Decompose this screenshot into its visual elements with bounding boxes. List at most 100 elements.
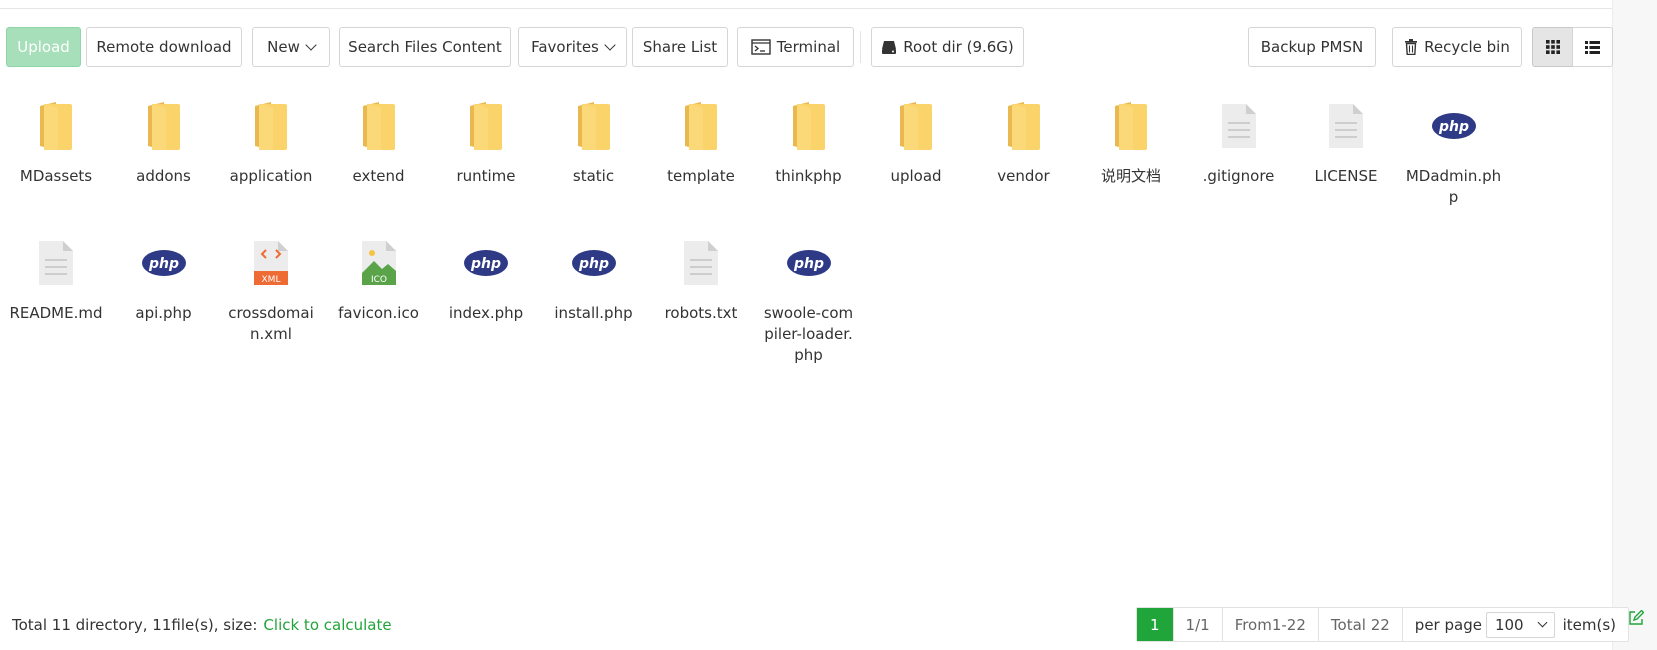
file-item[interactable]: XML crossdomain.xml — [221, 235, 321, 345]
chevron-down-icon — [604, 38, 616, 51]
file-name: application — [229, 167, 313, 185]
list-icon — [1585, 40, 1600, 54]
xml-file-icon: XML — [247, 235, 295, 291]
text-file-icon — [1215, 98, 1263, 154]
items-label: item(s) — [1562, 615, 1617, 634]
search-files-content-button[interactable]: Search Files Content — [339, 27, 511, 67]
upload-button[interactable]: Upload — [6, 27, 81, 67]
new-dropdown-button[interactable]: New — [252, 27, 330, 67]
per-page-control: per page 100 item(s) — [1401, 608, 1628, 641]
file-name: favicon.ico — [338, 304, 419, 322]
toolbar: Upload Remote download New Search Files … — [6, 27, 1614, 67]
file-item[interactable]: php MDadmin.php — [1404, 98, 1504, 208]
php-file-icon: php — [785, 235, 833, 291]
file-item[interactable]: addons — [114, 98, 214, 187]
file-item[interactable]: php index.php — [436, 235, 536, 324]
recycle-bin-button[interactable]: Recycle bin — [1392, 27, 1522, 67]
file-item[interactable]: vendor — [974, 98, 1074, 187]
file-item[interactable]: thinkphp — [759, 98, 859, 187]
disk-icon — [882, 40, 897, 54]
file-item[interactable]: static — [544, 98, 644, 187]
root-dir-label: Root dir (9.6G) — [903, 38, 1014, 56]
favorites-label: Favorites — [531, 38, 599, 56]
php-file-icon: php — [140, 235, 188, 291]
file-item[interactable]: README.md — [6, 235, 106, 324]
right-gutter — [1612, 0, 1657, 650]
file-name: .gitignore — [1202, 167, 1275, 185]
root-dir-button[interactable]: Root dir (9.6G) — [871, 27, 1024, 67]
file-name: MDadmin.php — [1405, 167, 1502, 206]
file-name: 说明文档 — [1100, 167, 1161, 185]
file-item[interactable]: LICENSE — [1296, 98, 1396, 187]
favorites-dropdown-button[interactable]: Favorites — [518, 27, 627, 67]
svg-text:XML: XML — [262, 275, 281, 285]
terminal-icon — [751, 39, 771, 55]
ico-file-icon: ICO — [355, 235, 403, 291]
file-item[interactable]: extend — [329, 98, 429, 187]
file-item[interactable]: php install.php — [544, 235, 644, 324]
folder-icon — [785, 98, 833, 154]
svg-text:php: php — [147, 256, 178, 272]
file-name: robots.txt — [664, 304, 738, 322]
svg-text:php: php — [577, 256, 608, 272]
per-page-label: per page — [1414, 615, 1482, 634]
php-file-icon: php — [570, 235, 618, 291]
grid-icon — [1545, 40, 1560, 54]
summary-text: Total 11 directory, 11file(s), size: — [12, 616, 258, 634]
page-range: From1-22 — [1221, 608, 1318, 641]
file-item[interactable]: template — [651, 98, 751, 187]
folder-icon — [1107, 98, 1155, 154]
file-name: thinkphp — [775, 167, 842, 185]
remote-download-label: Remote download — [96, 38, 232, 56]
file-item[interactable]: ICO favicon.ico — [329, 235, 429, 324]
upload-label: Upload — [17, 38, 70, 56]
folder-icon — [1000, 98, 1048, 154]
remote-download-button[interactable]: Remote download — [86, 27, 242, 67]
svg-text:ICO: ICO — [370, 275, 386, 285]
share-list-button[interactable]: Share List — [632, 27, 728, 67]
file-item[interactable]: 说明文档 — [1081, 98, 1181, 187]
grid-view-button[interactable] — [1532, 27, 1573, 67]
toolbar-separator — [860, 31, 861, 63]
folder-icon — [570, 98, 618, 154]
per-page-select[interactable]: 100 — [1485, 611, 1555, 638]
php-file-icon: php — [1430, 98, 1478, 154]
file-name: README.md — [9, 304, 103, 322]
folder-icon — [32, 98, 80, 154]
backup-label: Backup PMSN — [1260, 38, 1364, 56]
file-item[interactable]: runtime — [436, 98, 536, 187]
file-item[interactable]: php swoole-compiler-loader.php — [759, 235, 859, 366]
file-item[interactable]: .gitignore — [1189, 98, 1289, 187]
file-item[interactable]: MDassets — [6, 98, 106, 187]
text-file-icon — [677, 235, 725, 291]
file-item[interactable]: application — [221, 98, 321, 187]
recycle-bin-label: Recycle bin — [1424, 38, 1510, 56]
file-item[interactable]: upload — [866, 98, 966, 187]
file-name: crossdomain.xml — [228, 304, 314, 343]
calculate-size-link[interactable]: Click to calculate — [263, 616, 391, 634]
backup-button[interactable]: Backup PMSN — [1248, 27, 1376, 67]
pagination: 1 1/1 From1-22 Total 22 per page 100 ite… — [1136, 607, 1630, 642]
file-name: LICENSE — [1314, 167, 1378, 185]
list-view-button[interactable] — [1572, 27, 1613, 67]
folder-icon — [462, 98, 510, 154]
file-item[interactable]: php api.php — [114, 235, 214, 324]
folder-icon — [355, 98, 403, 154]
terminal-label: Terminal — [776, 38, 841, 56]
file-item[interactable]: robots.txt — [651, 235, 751, 324]
search-files-content-label: Search Files Content — [348, 38, 502, 56]
folder-icon — [247, 98, 295, 154]
current-page[interactable]: 1 — [1137, 608, 1173, 641]
svg-text:php: php — [470, 256, 501, 272]
terminal-button[interactable]: Terminal — [737, 27, 854, 67]
file-name: static — [572, 167, 615, 185]
total-count: Total 22 — [1317, 608, 1402, 641]
file-name: runtime — [456, 167, 516, 185]
text-file-icon — [32, 235, 80, 291]
file-name: swoole-compiler-loader.php — [763, 304, 854, 364]
file-name: extend — [352, 167, 405, 185]
svg-text:php: php — [1437, 119, 1468, 135]
file-name: api.php — [135, 304, 192, 322]
edit-button[interactable] — [1614, 598, 1657, 638]
php-file-icon: php — [462, 235, 510, 291]
